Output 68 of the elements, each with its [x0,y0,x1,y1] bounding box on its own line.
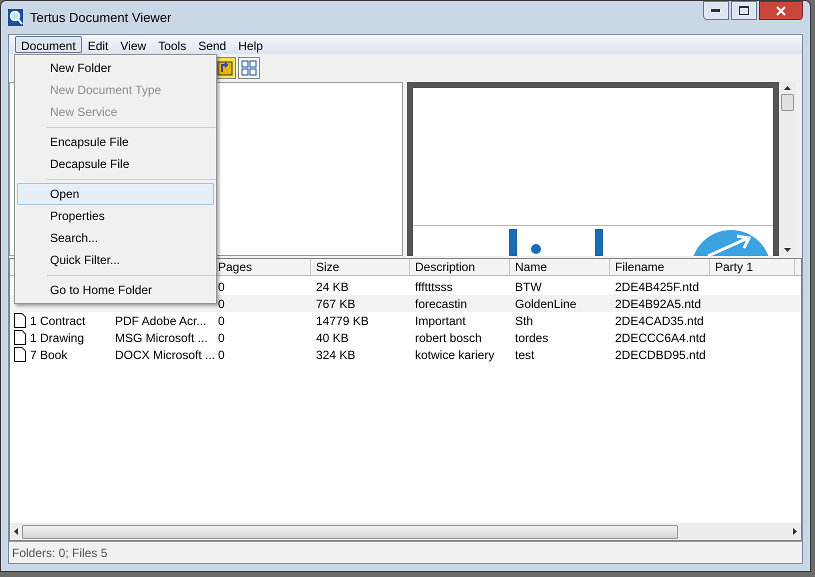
magnifier-app-icon [8,8,24,26]
menu-item[interactable]: Decapsule File [17,153,214,175]
scroll-up-arrow-icon[interactable] [784,86,791,90]
table-cell-text: 0 [218,346,225,364]
document-icon [14,347,26,362]
table-cell-text: tordes [515,330,548,346]
minimize-icon [711,8,721,12]
column-header[interactable]: Size [311,259,410,275]
table-cell-text: 24 KB [316,278,349,296]
grid-view-icon[interactable] [238,57,260,79]
column-header[interactable]: Description [410,259,510,275]
table-cell-text: 2DE4CAD35.ntd [615,312,704,330]
close-icon [776,6,786,16]
table-cell-text: GoldenLine [515,296,576,312]
table-cell-text: BTW [515,278,542,296]
close-button[interactable] [759,1,803,20]
table-cell-text: 40 KB [316,330,349,346]
menu-bar-item[interactable]: Tools [152,36,192,53]
table-cell-text: 0 [218,278,225,296]
table-cell-text: kotwice kariery [415,346,494,364]
scroll-down-arrow-icon[interactable] [784,248,791,252]
maximize-button[interactable] [731,1,757,20]
document-icon [14,330,26,345]
table-cell-text: 2DECDBD95.ntd [615,346,706,364]
table-cell-text: 7 Book [30,346,68,364]
table-cell-text: 2DECCC6A4.ntd [615,330,706,346]
table-cell-text: 14779 KB [316,312,369,330]
menu-item[interactable]: Quick Filter... [17,249,214,271]
column-header[interactable]: Name [510,259,610,275]
table-cell-text: DOCX Microsoft ... [115,346,216,364]
table-cell-text: PDF Adobe Acr... [115,312,206,330]
table-cell-text: Sth [515,312,534,330]
menu-bar-item[interactable]: Document [15,36,82,53]
table-cell-text: 324 KB [316,346,356,364]
window-title: Tertus Document Viewer [30,8,172,27]
table-cell-text: 0 [218,330,225,346]
minimize-button[interactable] [703,1,729,20]
table-cell-text: 2DE4B425F.ntd [615,278,700,296]
table-cell-text: 0 [218,296,225,312]
vertical-scrollbar[interactable] [779,82,796,256]
document-icon [14,313,26,328]
maximize-icon [739,6,749,15]
table-cell-text: 767 KB [316,296,356,312]
table-cell-text: 0 [218,312,225,330]
menu-item[interactable]: Encapsule File [17,131,214,153]
menu-item[interactable]: Search... [17,227,214,249]
table-cell-text: robert bosch [415,330,482,346]
table-cell-text: 1 Drawing [30,330,84,346]
menu-bar-item[interactable]: View [114,36,152,53]
table-cell-text: ffftttsss [415,278,453,296]
menu-item[interactable]: Open [17,183,214,205]
scroll-left-arrow-icon[interactable] [14,528,18,535]
table-cell-text: test [515,346,534,364]
menu-item[interactable]: New Folder [17,57,214,79]
column-header[interactable]: Party 1 [710,259,795,275]
menu-bar-item[interactable]: Send [192,36,232,53]
status-text: Folders: 0; Files 5 [12,544,108,562]
menu-bar-item[interactable]: Help [232,36,269,53]
menu-item[interactable]: Properties [17,205,214,227]
table-cell-text: 2DE4B92A5.ntd [615,296,702,312]
table-cell-text: 1 Contract [30,312,86,330]
table-cell-text: forecastin [415,296,468,312]
table-cell-text: Important [415,312,466,330]
menu-item[interactable]: Go to Home Folder [17,279,214,301]
column-header[interactable]: Filename [610,259,710,275]
menu-bar-item[interactable]: Edit [82,36,114,53]
table-cell-text: MSG Microsoft ... [115,330,208,346]
scroll-right-arrow-icon[interactable] [793,528,797,535]
